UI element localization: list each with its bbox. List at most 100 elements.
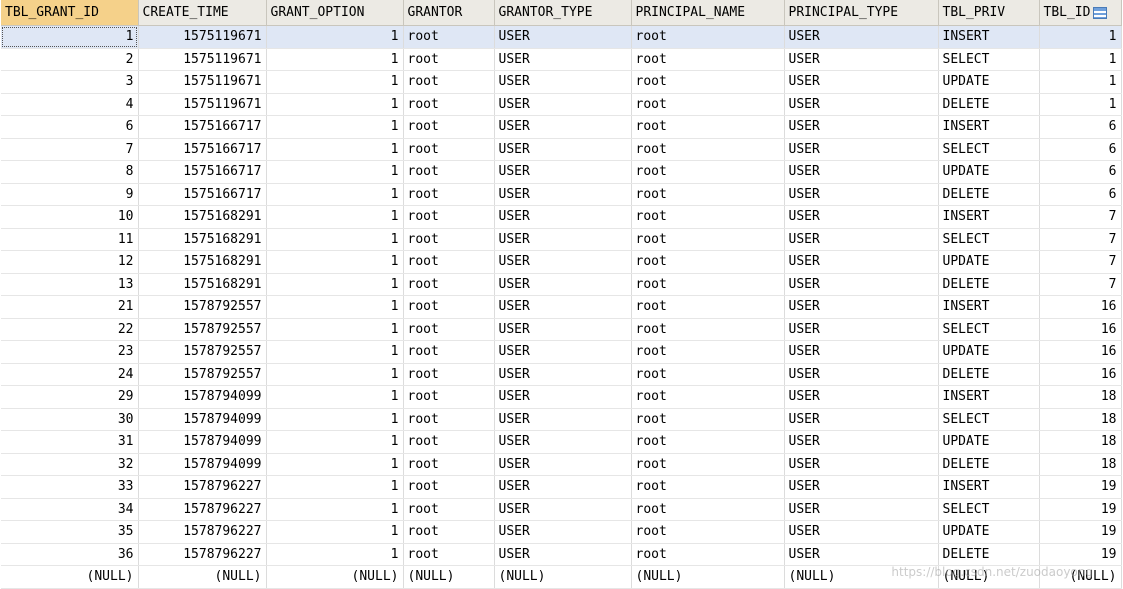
- table-cell[interactable]: root: [403, 48, 495, 71]
- table-cell[interactable]: USER: [784, 340, 939, 364]
- table-cell[interactable]: 1: [266, 498, 404, 521]
- table-cell[interactable]: 1575168291: [138, 250, 267, 274]
- table-cell[interactable]: root: [403, 205, 495, 229]
- table-cell[interactable]: USER: [494, 385, 632, 409]
- table-cell[interactable]: 1575166717: [138, 160, 267, 184]
- table-cell[interactable]: 30: [1, 408, 139, 431]
- table-cell[interactable]: 8: [1, 160, 139, 184]
- table-cell[interactable]: 1: [266, 475, 404, 499]
- table-cell[interactable]: USER: [784, 70, 939, 94]
- table-cell[interactable]: 1: [1039, 48, 1122, 71]
- column-header-principal-type[interactable]: PRINCIPAL_TYPE: [784, 0, 939, 26]
- table-cell[interactable]: USER: [784, 430, 939, 454]
- table-cell[interactable]: 7: [1039, 273, 1122, 296]
- table-cell[interactable]: root: [403, 318, 495, 341]
- table-cell[interactable]: USER: [494, 318, 632, 341]
- table-cell[interactable]: USER: [494, 138, 632, 161]
- table-cell[interactable]: 16: [1039, 340, 1122, 364]
- table-cell[interactable]: USER: [494, 273, 632, 296]
- table-cell[interactable]: 1: [266, 363, 404, 386]
- table-cell[interactable]: USER: [784, 93, 939, 116]
- table-cell[interactable]: root: [631, 205, 785, 229]
- column-header-grant-option[interactable]: GRANT_OPTION: [266, 0, 404, 26]
- table-cell[interactable]: USER: [494, 93, 632, 116]
- table-cell[interactable]: 1575168291: [138, 228, 267, 251]
- table-cell[interactable]: 1575166717: [138, 115, 267, 139]
- table-cell[interactable]: USER: [494, 205, 632, 229]
- table-cell[interactable]: INSERT: [938, 385, 1040, 409]
- table-cell[interactable]: 1: [266, 318, 404, 341]
- table-cell[interactable]: 1575168291: [138, 205, 267, 229]
- table-cell[interactable]: USER: [784, 363, 939, 386]
- table-cell[interactable]: 19: [1039, 475, 1122, 499]
- table-cell[interactable]: INSERT: [938, 205, 1040, 229]
- table-cell[interactable]: USER: [494, 48, 632, 71]
- table-cell[interactable]: INSERT: [938, 25, 1040, 49]
- table-cell[interactable]: 31: [1, 430, 139, 454]
- table-row[interactable]: 11 1575168291 1 root USER root USER SELECT 7: [1, 228, 1122, 251]
- table-cell[interactable]: 18: [1039, 453, 1122, 476]
- table-cell[interactable]: 7: [1039, 250, 1122, 274]
- table-cell[interactable]: root: [403, 543, 495, 566]
- table-cell[interactable]: root: [631, 93, 785, 116]
- table-cell[interactable]: 1578792557: [138, 318, 267, 341]
- table-cell[interactable]: root: [631, 498, 785, 521]
- table-cell[interactable]: SELECT: [938, 48, 1040, 71]
- table-row[interactable]: 7 1575166717 1 root USER root USER SELECT 6: [1, 138, 1122, 161]
- table-cell[interactable]: 16: [1039, 363, 1122, 386]
- table-cell[interactable]: USER: [494, 430, 632, 454]
- table-cell[interactable]: USER: [494, 340, 632, 364]
- table-cell[interactable]: 2: [1, 48, 139, 71]
- table-cell[interactable]: root: [403, 475, 495, 499]
- table-cell[interactable]: DELETE: [938, 183, 1040, 206]
- table-cell[interactable]: root: [403, 183, 495, 206]
- table-cell[interactable]: 1: [266, 93, 404, 116]
- table-cell[interactable]: 1578796227: [138, 543, 267, 566]
- table-cell[interactable]: 32: [1, 453, 139, 476]
- table-cell[interactable]: 18: [1039, 385, 1122, 409]
- table-cell[interactable]: root: [403, 228, 495, 251]
- table-row[interactable]: 13 1575168291 1 root USER root USER DELETE 7: [1, 273, 1122, 296]
- table-cell[interactable]: 1: [266, 340, 404, 364]
- table-cell[interactable]: 11: [1, 228, 139, 251]
- table-row[interactable]: 4 1575119671 1 root USER root USER DELETE 1: [1, 93, 1122, 116]
- table-row[interactable]: 6 1575166717 1 root USER root USER INSERT 6: [1, 115, 1122, 139]
- table-cell[interactable]: SELECT: [938, 318, 1040, 341]
- table-cell[interactable]: 1: [266, 543, 404, 566]
- table-cell[interactable]: USER: [784, 273, 939, 296]
- table-row[interactable]: 35 1578796227 1 root USER root USER UPDATE 19: [1, 520, 1122, 544]
- table-cell[interactable]: UPDATE: [938, 160, 1040, 184]
- table-cell[interactable]: USER: [784, 520, 939, 544]
- table-cell[interactable]: 1: [266, 408, 404, 431]
- table-cell[interactable]: root: [403, 498, 495, 521]
- table-cell[interactable]: 3: [1, 70, 139, 94]
- table-cell[interactable]: UPDATE: [938, 250, 1040, 274]
- table-cell[interactable]: SELECT: [938, 228, 1040, 251]
- table-cell[interactable]: USER: [494, 250, 632, 274]
- table-cell[interactable]: 1575166717: [138, 138, 267, 161]
- table-cell[interactable]: 1: [266, 183, 404, 206]
- table-cell[interactable]: 1578796227: [138, 475, 267, 499]
- table-cell[interactable]: USER: [784, 295, 939, 319]
- table-row[interactable]: 1 1575119671 1 root USER root USER INSERT 1: [1, 25, 1122, 49]
- table-row[interactable]: 31 1578794099 1 root USER root USER UPDATE 18: [1, 430, 1122, 454]
- table-cell[interactable]: root: [403, 250, 495, 274]
- table-cell[interactable]: root: [403, 408, 495, 431]
- table-cell[interactable]: 1575166717: [138, 183, 267, 206]
- table-cell[interactable]: 1575119671: [138, 70, 267, 94]
- table-cell[interactable]: root: [631, 340, 785, 364]
- table-cell[interactable]: USER: [784, 318, 939, 341]
- table-row[interactable]: 10 1575168291 1 root USER root USER INSERT 7: [1, 205, 1122, 229]
- table-cell[interactable]: UPDATE: [938, 70, 1040, 94]
- table-cell[interactable]: 1575119671: [138, 93, 267, 116]
- table-cell[interactable]: 1: [266, 138, 404, 161]
- table-cell[interactable]: 18: [1039, 408, 1122, 431]
- table-row[interactable]: 12 1575168291 1 root USER root USER UPDATE 7: [1, 250, 1122, 274]
- table-cell[interactable]: root: [403, 385, 495, 409]
- table-cell[interactable]: 19: [1039, 543, 1122, 566]
- table-row[interactable]: 30 1578794099 1 root USER root USER SELECT 18: [1, 408, 1122, 431]
- table-cell[interactable]: USER: [784, 183, 939, 206]
- table-cell[interactable]: 10: [1, 205, 139, 229]
- table-cell[interactable]: USER: [784, 205, 939, 229]
- table-cell[interactable]: 23: [1, 340, 139, 364]
